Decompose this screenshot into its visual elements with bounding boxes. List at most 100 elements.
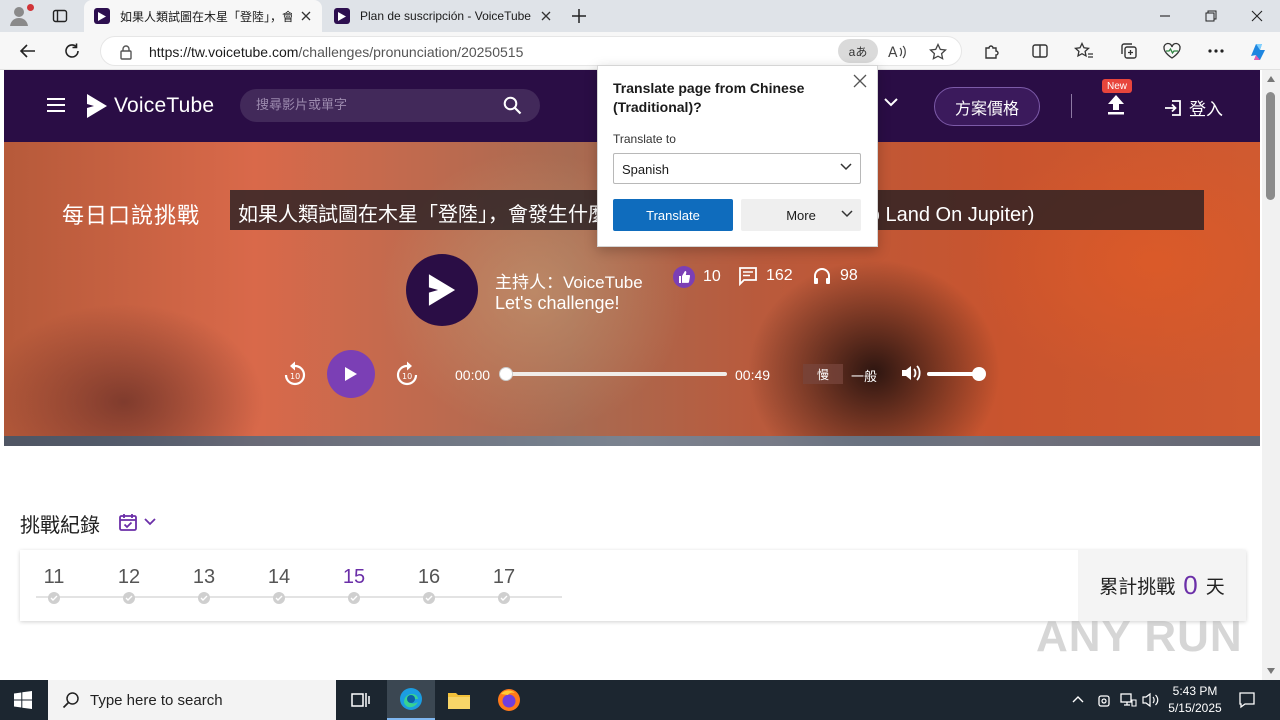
day-item[interactable]: 15 xyxy=(334,566,374,604)
menu-icon[interactable] xyxy=(46,97,66,113)
close-icon[interactable] xyxy=(853,74,867,88)
search-icon xyxy=(62,692,79,709)
day-item[interactable]: 14 xyxy=(259,566,299,604)
daily-speaking-challenge-label: 每日口說挑戰 xyxy=(62,203,201,228)
day-number: 16 xyxy=(417,566,441,588)
headphones-icon xyxy=(814,268,830,284)
more-options-button[interactable]: More xyxy=(741,199,861,231)
chevron-down-icon[interactable] xyxy=(884,98,898,107)
refresh-button[interactable] xyxy=(60,39,84,63)
selected-language: Spanish xyxy=(622,162,669,177)
copilot-button[interactable] xyxy=(1246,39,1270,63)
forward-10-icon[interactable]: 10 xyxy=(394,360,420,388)
minimize-icon xyxy=(1160,15,1170,17)
windows-start-icon[interactable] xyxy=(14,691,32,709)
day-check-icon xyxy=(273,592,285,604)
more-dots-icon xyxy=(1208,49,1224,53)
clock-time: 5:43 PM xyxy=(1172,684,1218,698)
audio-progress-bar[interactable] xyxy=(499,367,727,381)
likes-stat[interactable]: 10 xyxy=(673,266,721,288)
voicetube-favicon xyxy=(94,8,110,24)
close-tab-icon[interactable] xyxy=(538,8,554,24)
taskbar-clock[interactable]: 5:43 PM 5/15/2025 xyxy=(1160,683,1230,717)
puzzle-icon xyxy=(985,45,999,59)
tab-actions-button[interactable] xyxy=(48,5,72,27)
scroll-down-arrow-icon[interactable] xyxy=(1267,668,1275,674)
speaker-icon[interactable] xyxy=(1142,692,1160,708)
scroll-up-arrow-icon[interactable] xyxy=(1267,76,1275,82)
progress-knob[interactable] xyxy=(499,367,513,381)
copilot-icon xyxy=(1251,44,1265,60)
close-window-button[interactable] xyxy=(1234,0,1280,32)
file-explorer-taskbar-app[interactable] xyxy=(435,680,483,720)
site-search-input[interactable] xyxy=(256,97,486,112)
favorite-star-button[interactable] xyxy=(927,41,949,63)
translate-popup-title: Translate page from Chinese (Traditional… xyxy=(613,80,805,115)
day-number: 12 xyxy=(117,566,141,588)
extensions-button[interactable] xyxy=(980,39,1004,63)
edge-taskbar-app[interactable] xyxy=(387,680,435,720)
login-button[interactable]: 登入 xyxy=(1164,95,1223,120)
split-screen-icon xyxy=(1032,44,1048,58)
speed-slow-button[interactable]: 慢 xyxy=(803,364,843,384)
favorites-button[interactable] xyxy=(1072,39,1096,63)
usb-device-icon[interactable] xyxy=(1096,692,1112,708)
target-language-select[interactable]: Spanish xyxy=(613,153,861,184)
day-item[interactable]: 16 xyxy=(409,566,449,604)
read-aloud-icon: A xyxy=(888,45,906,61)
url-text[interactable]: https://tw.voicetube.com/challenges/pron… xyxy=(149,44,523,60)
rewind-10-icon[interactable]: 10 xyxy=(282,360,308,388)
back-button[interactable] xyxy=(16,39,40,63)
new-tab-icon[interactable] xyxy=(570,7,588,25)
lock-icon[interactable] xyxy=(119,44,133,60)
login-label: 登入 xyxy=(1189,100,1223,119)
day-item[interactable]: 12 xyxy=(109,566,149,604)
minimize-button[interactable] xyxy=(1142,0,1188,32)
split-screen-button[interactable] xyxy=(1028,39,1052,63)
network-icon[interactable] xyxy=(1119,692,1137,708)
collections-icon xyxy=(1121,43,1137,59)
day-item[interactable]: 11 xyxy=(34,566,74,604)
play-button[interactable] xyxy=(327,350,375,398)
taskbar-search[interactable]: Type here to search xyxy=(48,680,336,720)
chevron-down-icon xyxy=(841,210,853,218)
task-view-button[interactable] xyxy=(336,680,384,720)
back-arrow-icon xyxy=(19,44,35,58)
speed-normal-button[interactable]: 一般 xyxy=(851,366,877,385)
search-icon[interactable] xyxy=(503,96,522,115)
play-icon xyxy=(345,367,357,381)
voicetube-logo[interactable]: VoiceTube xyxy=(84,92,214,120)
translate-page-button[interactable]: aあ xyxy=(838,39,878,63)
task-view-icon xyxy=(351,693,370,707)
collections-button[interactable] xyxy=(1117,39,1141,63)
address-bar[interactable]: https://tw.voicetube.com/challenges/pron… xyxy=(100,36,962,66)
anyrun-watermark: ANY RUN xyxy=(1036,612,1243,661)
restore-button[interactable] xyxy=(1188,0,1234,32)
chevron-up-icon[interactable] xyxy=(1071,692,1085,706)
svg-text:10: 10 xyxy=(290,372,300,381)
upload-icon[interactable] xyxy=(1106,94,1126,115)
read-aloud-button[interactable]: A xyxy=(887,41,909,63)
calendar-dropdown[interactable] xyxy=(118,512,156,532)
page-scrollbar[interactable] xyxy=(1262,70,1280,680)
comments-stat[interactable]: 162 xyxy=(738,266,793,286)
scrollbar-thumb[interactable] xyxy=(1266,92,1275,200)
browser-essentials-button[interactable] xyxy=(1160,39,1184,63)
profile-avatar[interactable] xyxy=(8,4,34,28)
translate-button[interactable]: Translate xyxy=(613,199,733,231)
folder-icon xyxy=(448,693,470,709)
star-outline-icon xyxy=(929,43,947,60)
close-tab-icon[interactable] xyxy=(298,8,314,24)
tab-subscription-plan[interactable]: Plan de suscripción - VoiceTube Academy xyxy=(324,0,562,32)
volume-knob[interactable] xyxy=(972,367,986,381)
tab-voicetube-challenge[interactable]: 如果人類試圖在木星「登陸」，會發生什麼事？ xyxy=(84,0,322,32)
firefox-taskbar-app[interactable] xyxy=(485,680,533,720)
day-item[interactable]: 17 xyxy=(484,566,524,604)
volume-icon[interactable] xyxy=(900,363,922,383)
settings-more-button[interactable] xyxy=(1204,39,1228,63)
day-item[interactable]: 13 xyxy=(184,566,224,604)
svg-text:10: 10 xyxy=(402,372,412,381)
notification-icon[interactable] xyxy=(1238,691,1256,709)
pricing-plans-button[interactable]: 方案價格 xyxy=(934,87,1040,126)
logo-text: VoiceTube xyxy=(114,94,215,117)
